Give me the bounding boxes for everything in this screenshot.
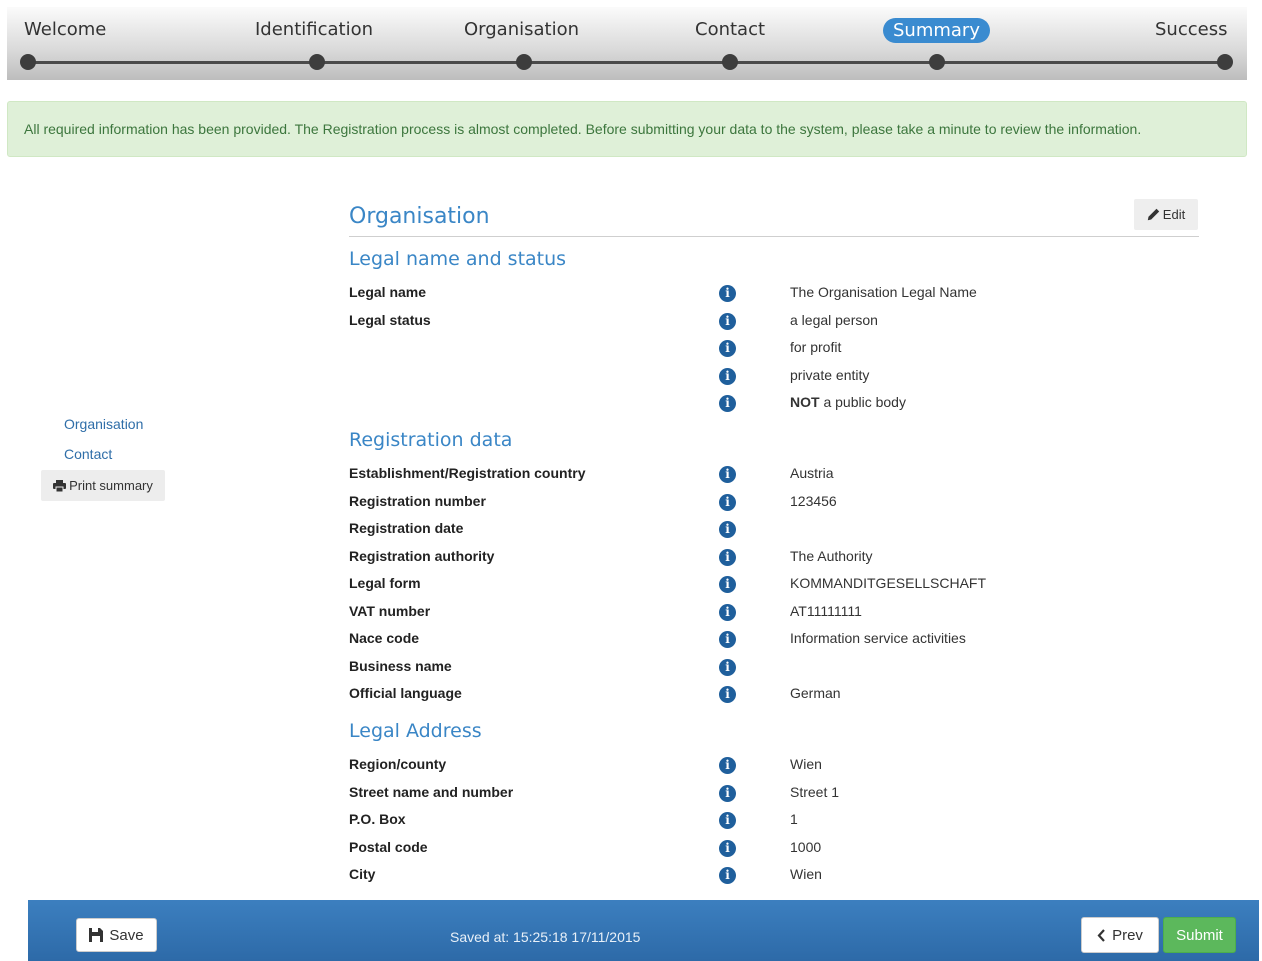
step-organisation[interactable]: Organisation <box>464 19 579 40</box>
field-value: Wien <box>790 756 822 772</box>
field-value: a legal person <box>790 312 878 328</box>
info-icon[interactable]: i <box>719 757 736 774</box>
field-label: Registration number <box>349 493 486 509</box>
prev-label: Prev <box>1112 926 1143 944</box>
print-icon <box>53 479 67 492</box>
save-button[interactable]: Save <box>76 918 157 952</box>
progress-stepper: Welcome Identification Organisation Cont… <box>7 7 1247 80</box>
info-icon[interactable]: i <box>719 549 736 566</box>
field-value: for profit <box>790 339 842 355</box>
step-identification[interactable]: Identification <box>255 19 373 40</box>
print-summary-label: Print summary <box>69 478 153 493</box>
field-value: Wien <box>790 866 822 882</box>
step-dot-contact <box>722 54 738 70</box>
field-label: Legal name <box>349 284 427 300</box>
info-icon[interactable]: i <box>719 867 736 884</box>
prev-button[interactable]: Prev <box>1081 917 1159 953</box>
field-value: 123456 <box>790 493 837 509</box>
info-icon[interactable]: i <box>719 466 736 483</box>
section-title: Organisation <box>349 204 490 229</box>
footer-bar: Save Saved at: 15:25:18 17/11/2015 Prev … <box>28 900 1259 961</box>
success-alert: All required information has been provid… <box>7 101 1247 157</box>
field-value: German <box>790 685 841 701</box>
address-heading: Legal Address <box>349 720 482 742</box>
print-summary-button[interactable]: Print summary <box>41 470 165 501</box>
field-value: Austria <box>790 465 834 481</box>
save-label: Save <box>109 926 144 944</box>
info-icon[interactable]: i <box>719 604 736 621</box>
step-dot-success <box>1217 54 1233 70</box>
field-value-rest: a public body <box>819 394 906 410</box>
step-dot-organisation <box>516 54 532 70</box>
field-value: The Organisation Legal Name <box>790 284 977 300</box>
field-value: KOMMANDITGESELLSCHAFT <box>790 575 987 591</box>
info-icon[interactable]: i <box>719 395 736 412</box>
info-icon[interactable]: i <box>719 313 736 330</box>
edit-label: Edit <box>1162 207 1186 222</box>
legal-heading: Legal name and status <box>349 248 567 270</box>
field-value: 1000 <box>790 839 822 855</box>
info-icon[interactable]: i <box>719 285 736 302</box>
stepper-track <box>28 61 1226 64</box>
sidenav-link-contact[interactable]: Contact <box>64 446 112 462</box>
step-summary[interactable]: Summary <box>883 18 990 43</box>
step-dot-summary <box>929 54 945 70</box>
field-label: P.O. Box <box>349 811 406 827</box>
edit-button[interactable]: Edit <box>1134 199 1198 230</box>
field-value: Street 1 <box>790 784 840 800</box>
info-icon[interactable]: i <box>719 785 736 802</box>
field-label: Registration date <box>349 520 464 536</box>
step-success[interactable]: Success <box>1155 19 1227 40</box>
field-label: Official language <box>349 685 462 701</box>
step-dot-welcome <box>20 54 36 70</box>
field-label: Nace code <box>349 630 420 646</box>
field-value: Information service activities <box>790 630 966 646</box>
field-value: private entity <box>790 367 870 383</box>
info-icon[interactable]: i <box>719 840 736 857</box>
step-contact[interactable]: Contact <box>695 19 765 40</box>
sidenav-link-organisation[interactable]: Organisation <box>64 416 143 432</box>
info-icon[interactable]: i <box>719 494 736 511</box>
field-label: Legal form <box>349 575 421 591</box>
chevron-left-icon <box>1097 928 1105 942</box>
pencil-icon <box>1147 208 1159 221</box>
step-dot-identification <box>309 54 325 70</box>
floppy-disk-icon <box>89 928 104 942</box>
step-welcome[interactable]: Welcome <box>24 19 106 40</box>
field-value: NOT a public body <box>790 394 906 410</box>
field-label: Registration authority <box>349 548 495 564</box>
info-icon[interactable]: i <box>719 631 736 648</box>
info-icon[interactable]: i <box>719 686 736 703</box>
field-label: Region/county <box>349 756 447 772</box>
field-label: Establishment/Registration country <box>349 465 586 481</box>
registration-heading: Registration data <box>349 429 513 451</box>
field-label: Legal status <box>349 312 431 328</box>
info-icon[interactable]: i <box>719 340 736 357</box>
field-value: The Authority <box>790 548 873 564</box>
info-icon[interactable]: i <box>719 659 736 676</box>
saved-at-status: Saved at: 15:25:18 17/11/2015 <box>450 929 641 945</box>
field-label: Street name and number <box>349 784 514 800</box>
info-icon[interactable]: i <box>719 521 736 538</box>
field-value: 1 <box>790 811 798 827</box>
field-label: Postal code <box>349 839 428 855</box>
field-label: VAT number <box>349 603 431 619</box>
field-label: Business name <box>349 658 452 674</box>
submit-button[interactable]: Submit <box>1163 917 1236 953</box>
not-emphasis: NOT <box>790 394 820 410</box>
info-icon[interactable]: i <box>719 576 736 593</box>
field-label: City <box>349 866 376 882</box>
info-icon[interactable]: i <box>719 812 736 829</box>
section-divider <box>349 236 1199 237</box>
info-icon[interactable]: i <box>719 368 736 385</box>
field-value: AT11111111 <box>790 603 862 619</box>
